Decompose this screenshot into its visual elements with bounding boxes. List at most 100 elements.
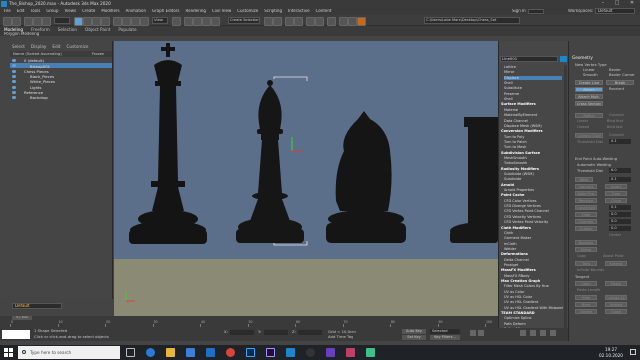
- selection-set-dropdown[interactable]: Create Selection Se: [228, 17, 260, 24]
- viewport[interactable]: [+] [Front] [User Defined] [Edged Faces]: [114, 41, 498, 316]
- setkey-button[interactable]: Set Key: [402, 335, 426, 340]
- angle-snap-icon[interactable]: [193, 17, 202, 26]
- connect-checkbox[interactable]: Connect: [609, 113, 624, 117]
- header-frozen[interactable]: Frozen: [92, 52, 104, 57]
- visibility-eye-icon[interactable]: [12, 74, 16, 78]
- visibility-eye-icon[interactable]: [12, 96, 16, 100]
- tree-row[interactable]: White_Pieces: [10, 79, 112, 84]
- modifier-item[interactable]: Displace: [504, 75, 562, 80]
- explorer-tab-select[interactable]: Select: [12, 44, 25, 49]
- bind-last-checkbox[interactable]: Bind last: [607, 125, 623, 129]
- tree-row[interactable]: Black_Pieces: [10, 74, 112, 79]
- clock-time[interactable]: 19:27: [598, 347, 624, 352]
- signin-dropdown[interactable]: [528, 9, 544, 14]
- tree-row[interactable]: Reference: [10, 90, 112, 95]
- menu-customize[interactable]: Customize: [237, 9, 258, 14]
- fuse-button[interactable]: Fuse: [605, 191, 627, 196]
- object-color-swatch[interactable]: [560, 56, 567, 62]
- x-field[interactable]: [230, 330, 254, 335]
- maximize-viewport-icon[interactable]: [550, 330, 556, 336]
- modifier-item[interactable]: Mirror: [504, 70, 514, 74]
- paste-button[interactable]: Paste: [605, 281, 627, 286]
- scale-icon[interactable]: [131, 17, 140, 26]
- modifier-item[interactable]: Subdivide (WSM): [504, 172, 534, 176]
- reverse-button[interactable]: Reverse: [575, 198, 597, 203]
- reference-coord-dropdown[interactable]: View: [152, 17, 168, 24]
- snaps-toggle-icon[interactable]: [184, 17, 193, 26]
- menu-rendering[interactable]: Rendering: [186, 9, 206, 14]
- closed-checkbox[interactable]: Closed: [577, 125, 589, 129]
- modifier-item[interactable]: UV as HSL Gradient With Midpoint: [504, 306, 563, 310]
- start-icon[interactable]: [4, 348, 13, 357]
- explorer-tab-edit[interactable]: Edit: [52, 44, 60, 49]
- redo-icon[interactable]: [12, 17, 21, 26]
- attach-mult-button[interactable]: Attach Mult.: [575, 94, 603, 99]
- copy-checkbox[interactable]: Copy: [577, 254, 586, 258]
- app-icon-1[interactable]: [326, 348, 335, 357]
- modifier-item[interactable]: Lattice: [504, 65, 516, 69]
- modifier-item[interactable]: Path Deform: [504, 322, 526, 326]
- hide-button[interactable]: Hide: [575, 295, 597, 300]
- visibility-eye-icon[interactable]: [12, 59, 16, 62]
- app-icon-2[interactable]: [346, 348, 355, 357]
- rendered-frame-icon[interactable]: [348, 17, 357, 26]
- refine-button[interactable]: Refine: [575, 113, 603, 118]
- time-slider[interactable]: 0 / 100 0 10 20 30 40 50 60 70 80 90 100: [0, 316, 498, 328]
- selected-dropdown[interactable]: Selected: [430, 329, 460, 334]
- radio-linear[interactable]: Linear: [583, 68, 595, 73]
- menu-interactive[interactable]: Interactive: [288, 9, 310, 14]
- menu-modifiers[interactable]: Modifiers: [101, 9, 119, 14]
- minimize-button[interactable]: –: [596, 0, 610, 8]
- obs-icon[interactable]: [306, 348, 315, 357]
- explorer-icon[interactable]: [166, 348, 175, 357]
- boolean-button[interactable]: Boolean: [575, 240, 597, 245]
- ribbon-tab-selection[interactable]: Selection: [58, 27, 77, 32]
- tree-row[interactable]: Backdrop: [10, 95, 112, 100]
- rectangular-selection-icon[interactable]: [92, 17, 101, 26]
- layer-explorer-icon[interactable]: [285, 17, 294, 26]
- modifier-item[interactable]: Shell: [504, 81, 513, 85]
- break-button[interactable]: Break: [606, 80, 634, 85]
- threshold-spinner[interactable]: 0.1: [609, 139, 631, 144]
- outline-button[interactable]: Outline: [575, 226, 597, 231]
- menu-graph-editors[interactable]: Graph Editors: [152, 9, 179, 14]
- bind-first-checkbox[interactable]: Bind first: [607, 119, 623, 123]
- visibility-eye-icon[interactable]: [12, 85, 16, 89]
- next-frame-icon[interactable]: [478, 330, 484, 336]
- menu-scripting[interactable]: Scripting: [264, 9, 282, 14]
- mirror-button[interactable]: Mirror: [575, 247, 597, 252]
- cycle-button[interactable]: Cycle: [605, 198, 627, 203]
- y-field[interactable]: [264, 330, 288, 335]
- insert-button[interactable]: Insert: [605, 184, 627, 189]
- modifier-list-scrollbar[interactable]: [564, 65, 567, 337]
- linear-checkbox[interactable]: Linear: [577, 119, 588, 123]
- rotate-icon[interactable]: [122, 17, 131, 26]
- app-icon-3[interactable]: [366, 348, 375, 357]
- fillet-spinner[interactable]: 0.0: [609, 212, 631, 217]
- chamfer-spinner[interactable]: 0.0: [609, 219, 631, 224]
- tree-row[interactable]: Bishop001: [10, 63, 112, 69]
- modifier-item[interactable]: MeshSmooth: [504, 156, 527, 160]
- object-name-field[interactable]: Line001: [500, 56, 558, 62]
- play-icon[interactable]: [470, 330, 476, 336]
- undo-icon[interactable]: [3, 17, 12, 26]
- center-checkbox[interactable]: Center: [609, 233, 621, 237]
- ribbon-tab-populate[interactable]: Populate: [118, 27, 136, 32]
- select-by-name-icon[interactable]: [83, 17, 92, 26]
- modifier-item[interactable]: Substitute: [504, 86, 522, 90]
- photoshop-icon[interactable]: [246, 348, 255, 357]
- about-pivot-checkbox[interactable]: About Pivot: [603, 254, 624, 258]
- infinite-bounds-checkbox[interactable]: Infinite Bounds: [577, 268, 604, 272]
- radio-smooth[interactable]: Smooth: [583, 73, 598, 78]
- auto-welding-checkbox[interactable]: Automatic Welding: [577, 163, 611, 167]
- link-icon[interactable]: [24, 17, 33, 26]
- menu-animation[interactable]: Animation: [126, 9, 146, 14]
- extend-button[interactable]: Extend: [605, 261, 627, 266]
- close-spline-button[interactable]: Close: [605, 309, 627, 314]
- connect-copy-checkbox[interactable]: Connect: [609, 133, 624, 137]
- orbit-icon[interactable]: [530, 330, 536, 336]
- render-production-icon[interactable]: [357, 17, 366, 26]
- modifier-item[interactable]: Arnold Properties: [504, 188, 534, 192]
- align-icon[interactable]: [273, 17, 282, 26]
- close-button[interactable]: ✕: [624, 0, 640, 8]
